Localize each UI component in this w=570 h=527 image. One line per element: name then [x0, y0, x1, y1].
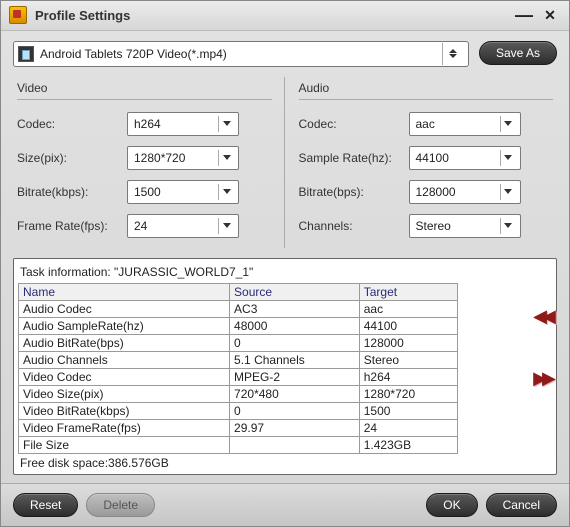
free-disk-label: Free disk space:386.576GB — [20, 456, 530, 470]
cell-name: Audio Channels — [19, 351, 230, 368]
settings-panels: Video Codec: h264 Size(pix): 1280*720 Bi… — [13, 77, 557, 248]
cell-target: 44100 — [359, 317, 457, 334]
chevron-down-icon — [500, 184, 516, 200]
video-framerate-label: Frame Rate(fps): — [17, 219, 127, 233]
audio-panel: Audio Codec: aac Sample Rate(hz): 44100 … — [297, 77, 558, 248]
chevron-down-icon — [218, 218, 234, 234]
table-header-row: Name Source Target — [19, 283, 458, 300]
audio-codec-label: Codec: — [299, 117, 409, 131]
cell-name: Video BitRate(kbps) — [19, 402, 230, 419]
cell-target: 24 — [359, 419, 457, 436]
video-bitrate-label: Bitrate(kbps): — [17, 185, 127, 199]
cell-target: 1280*720 — [359, 385, 457, 402]
table-row: Video BitRate(kbps)01500 — [19, 402, 458, 419]
titlebar: Profile Settings — ✕ — [1, 1, 569, 31]
audio-bitrate-label: Bitrate(bps): — [299, 185, 409, 199]
cell-source: 48000 — [230, 317, 360, 334]
cell-target: 128000 — [359, 334, 457, 351]
audio-heading: Audio — [299, 81, 554, 100]
video-codec-dropdown[interactable]: h264 — [127, 112, 239, 136]
next-task-button[interactable]: ▶▶ — [533, 371, 551, 385]
chevron-down-icon — [218, 184, 234, 200]
chevron-down-icon — [500, 116, 516, 132]
chevron-down-icon — [500, 150, 516, 166]
profile-row: Android Tablets 720P Video(*.mp4) Save A… — [13, 41, 557, 67]
video-codec-label: Codec: — [17, 117, 127, 131]
task-info-title: Task information: "JURASSIC_WORLD7_1" — [20, 265, 530, 279]
nav-arrows: ◀◀ ▶▶ — [531, 309, 553, 385]
profile-format-icon — [18, 46, 34, 62]
audio-samplerate-dropdown[interactable]: 44100 — [409, 146, 521, 170]
footer-bar: Reset Delete OK Cancel — [1, 483, 569, 526]
audio-samplerate-label: Sample Rate(hz): — [299, 151, 409, 165]
cell-target: Stereo — [359, 351, 457, 368]
chevron-down-icon — [500, 218, 516, 234]
video-panel: Video Codec: h264 Size(pix): 1280*720 Bi… — [13, 77, 285, 248]
video-heading: Video — [17, 81, 272, 100]
table-row: Audio CodecAC3aac — [19, 300, 458, 317]
save-as-button[interactable]: Save As — [479, 41, 557, 65]
cell-source: 5.1 Channels — [230, 351, 360, 368]
dropdown-arrow-icon — [442, 43, 464, 65]
cell-name: Audio SampleRate(hz) — [19, 317, 230, 334]
cell-target: 1.423GB — [359, 436, 457, 453]
table-row: Audio BitRate(bps)0128000 — [19, 334, 458, 351]
video-framerate-dropdown[interactable]: 24 — [127, 214, 239, 238]
table-row: Audio SampleRate(hz)4800044100 — [19, 317, 458, 334]
reset-button[interactable]: Reset — [13, 493, 78, 517]
cell-name: Video FrameRate(fps) — [19, 419, 230, 436]
audio-channels-label: Channels: — [299, 219, 409, 233]
delete-button[interactable]: Delete — [86, 493, 155, 517]
cell-source — [230, 436, 360, 453]
task-info-table: Name Source Target Audio CodecAC3aacAudi… — [18, 283, 458, 454]
content-area: Android Tablets 720P Video(*.mp4) Save A… — [1, 31, 569, 483]
cell-source: AC3 — [230, 300, 360, 317]
cancel-button[interactable]: Cancel — [486, 493, 557, 517]
col-target: Target — [359, 283, 457, 300]
cell-name: Audio Codec — [19, 300, 230, 317]
cell-name: Video Size(pix) — [19, 385, 230, 402]
table-row: Audio Channels5.1 ChannelsStereo — [19, 351, 458, 368]
cell-source: 0 — [230, 334, 360, 351]
prev-task-button[interactable]: ◀◀ — [533, 309, 551, 323]
video-size-dropdown[interactable]: 1280*720 — [127, 146, 239, 170]
ok-button[interactable]: OK — [426, 493, 477, 517]
app-icon — [9, 6, 27, 24]
close-button[interactable]: ✕ — [539, 5, 561, 25]
cell-target: 1500 — [359, 402, 457, 419]
col-source: Source — [230, 283, 360, 300]
video-size-label: Size(pix): — [17, 151, 127, 165]
video-bitrate-dropdown[interactable]: 1500 — [127, 180, 239, 204]
minimize-button[interactable]: — — [513, 5, 535, 25]
table-row: File Size 1.423GB — [19, 436, 458, 453]
profile-settings-window: Profile Settings — ✕ Android Tablets 720… — [0, 0, 570, 527]
audio-channels-dropdown[interactable]: Stereo — [409, 214, 521, 238]
profile-dropdown[interactable]: Android Tablets 720P Video(*.mp4) — [13, 41, 469, 67]
col-name: Name — [19, 283, 230, 300]
task-info-box: Task information: "JURASSIC_WORLD7_1" Na… — [13, 258, 557, 475]
chevron-down-icon — [218, 116, 234, 132]
window-title: Profile Settings — [35, 8, 513, 23]
cell-name: Video Codec — [19, 368, 230, 385]
cell-target: h264 — [359, 368, 457, 385]
cell-source: 29.97 — [230, 419, 360, 436]
profile-selected-text: Android Tablets 720P Video(*.mp4) — [40, 47, 442, 61]
audio-bitrate-dropdown[interactable]: 128000 — [409, 180, 521, 204]
cell-source: 0 — [230, 402, 360, 419]
audio-codec-dropdown[interactable]: aac — [409, 112, 521, 136]
table-row: Video CodecMPEG-2h264 — [19, 368, 458, 385]
chevron-down-icon — [218, 150, 234, 166]
table-row: Video Size(pix)720*4801280*720 — [19, 385, 458, 402]
cell-name: Audio BitRate(bps) — [19, 334, 230, 351]
table-row: Video FrameRate(fps)29.9724 — [19, 419, 458, 436]
cell-source: 720*480 — [230, 385, 360, 402]
cell-source: MPEG-2 — [230, 368, 360, 385]
cell-target: aac — [359, 300, 457, 317]
cell-name: File Size — [19, 436, 230, 453]
